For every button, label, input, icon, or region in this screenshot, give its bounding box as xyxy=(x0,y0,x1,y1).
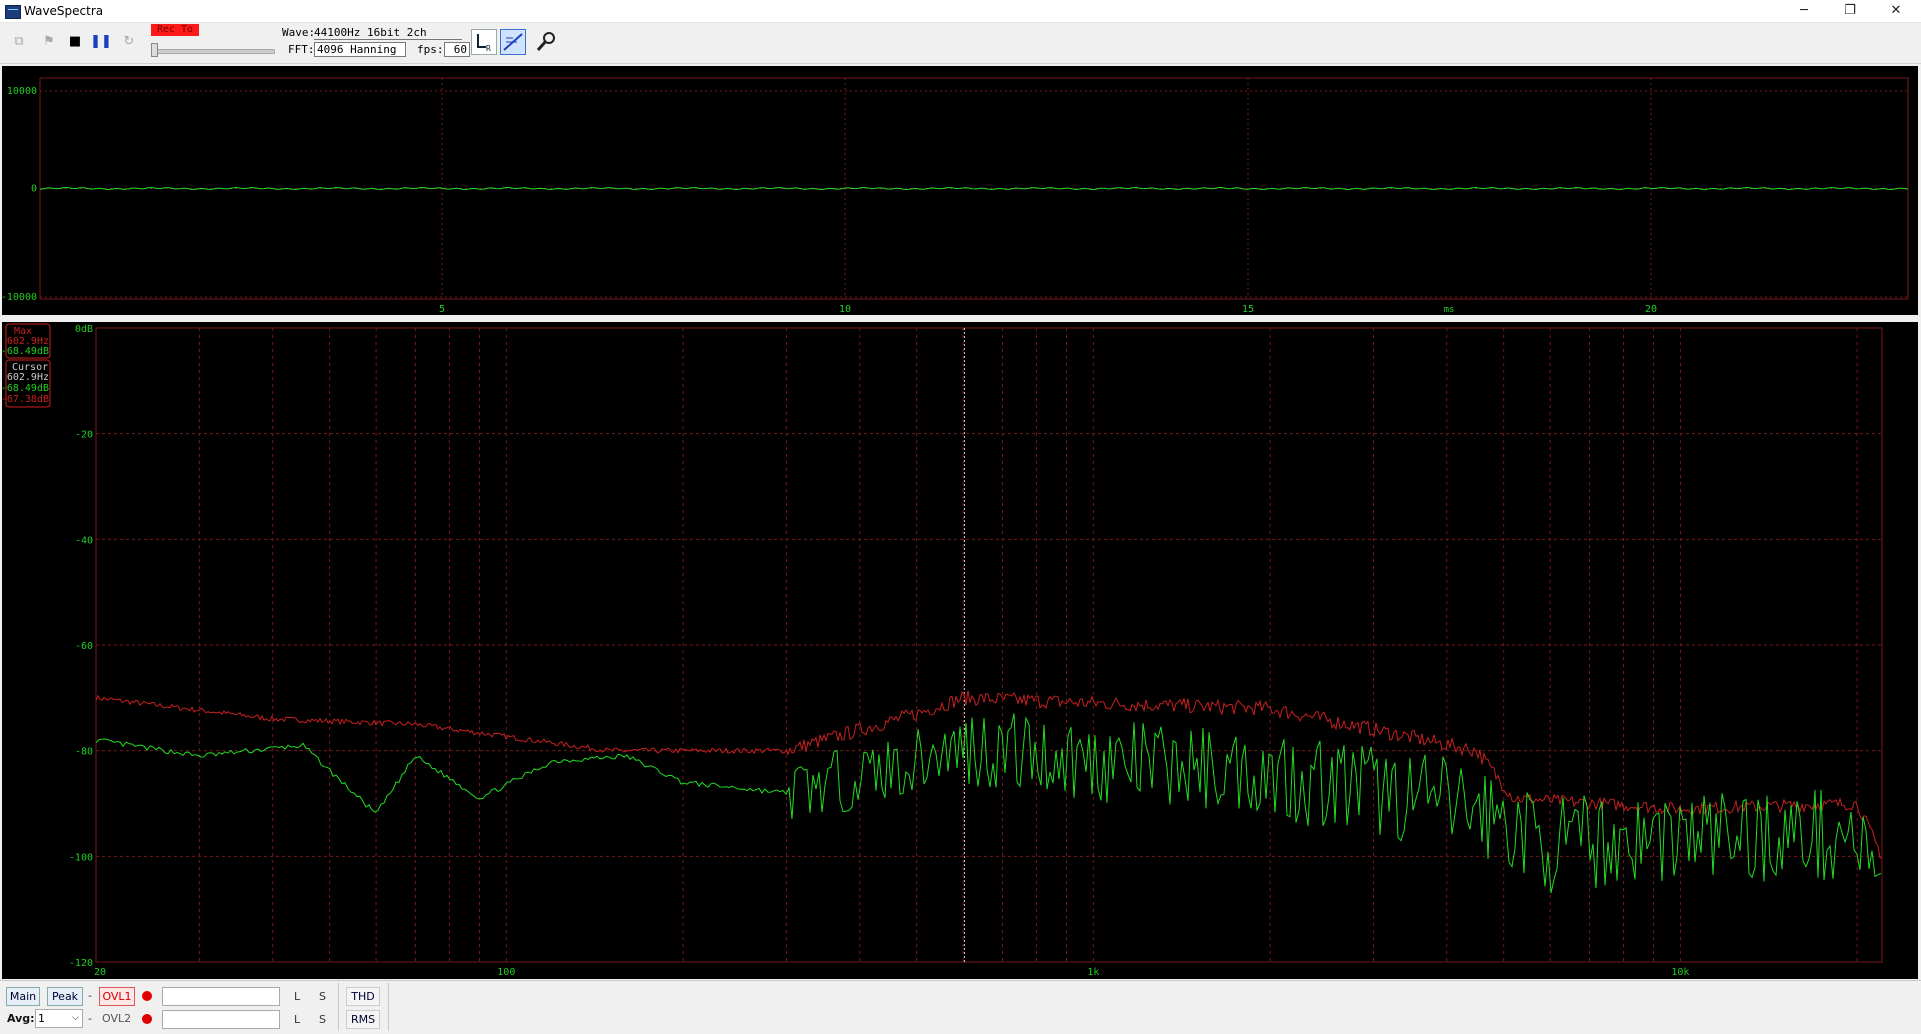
dash-separator: - xyxy=(88,1012,92,1025)
wave-x-tick: 5 xyxy=(439,304,445,315)
fps-label: fps: xyxy=(417,43,444,56)
ovl2-field xyxy=(162,1010,280,1029)
peak-button[interactable]: Peak xyxy=(47,987,83,1006)
main-button[interactable]: Main xyxy=(6,987,40,1006)
cursor-box-level-r: -67.38dB xyxy=(2,394,49,405)
ovl2-s-label: S xyxy=(319,1013,326,1026)
restore-button[interactable]: ❐ xyxy=(1827,0,1873,22)
ovl1-s-label: S xyxy=(319,990,326,1003)
wave-x-tick: 20 xyxy=(1645,304,1657,315)
title-bar: WaveSpectra ─ ❐ ✕ xyxy=(0,0,1921,23)
spectrum-y-tick: -80 xyxy=(75,747,93,758)
waveform-plot[interactable]: 10000 0 -10000 5 10 15 20 ms xyxy=(1,66,1918,315)
spectrum-trace xyxy=(95,713,1882,894)
window-title: WaveSpectra xyxy=(24,4,104,18)
wave-y-tick: 10000 xyxy=(7,86,37,97)
spectrum-x-tick: 100 xyxy=(497,967,515,978)
play-icon[interactable]: ⚑ xyxy=(38,31,60,53)
spectrum-y-tick: 0dB xyxy=(75,324,93,335)
spectrum-x-tick: 10k xyxy=(1671,967,1689,978)
spectrum-y-tick: -20 xyxy=(75,430,93,441)
cursor-box-level-l: -68.49dB xyxy=(2,383,49,394)
divider xyxy=(388,983,389,1031)
toolbar: ⧉ ⚑ ■ ❚❚ ↻ Rec To Wave: 44100Hz 16bit 2c… xyxy=(0,23,1921,64)
avg-value: 1 xyxy=(38,1012,45,1025)
ovl1-field xyxy=(162,987,280,1006)
wave-x-tick: 10 xyxy=(839,304,851,315)
spectrum-plot[interactable]: 0dB -20 -40 -60 -80 -100 -120 20 100 1k 10k Max 602.… xyxy=(1,322,1918,979)
avg-label: Avg: xyxy=(7,1012,35,1025)
fft-label: FFT: xyxy=(288,43,315,56)
wave-y-tick: 0 xyxy=(31,184,37,195)
svg-text:R: R xyxy=(486,44,491,53)
spectrum-svg: 0dB-20-40-60-80-100-12020 100 1k 10kMax602.… xyxy=(1,323,1883,978)
copy-icon[interactable]: ⧉ xyxy=(8,31,30,53)
max-box-level: -68.49dB xyxy=(2,346,49,357)
fft-value[interactable]: 4096 Hanning xyxy=(314,42,406,57)
wave-x-unit: ms xyxy=(1444,305,1455,315)
channel-lr-icon[interactable]: R xyxy=(471,29,497,55)
rms-button[interactable]: RMS xyxy=(346,1010,380,1029)
wave-x-tick: 15 xyxy=(1242,304,1254,315)
spectrum-y-tick: -40 xyxy=(75,535,93,546)
thd-button[interactable]: THD xyxy=(346,987,380,1006)
spectrum-y-tick: -120 xyxy=(69,958,93,969)
wave-label: Wave: xyxy=(282,26,316,39)
ovl2-l-label: L xyxy=(294,1013,301,1026)
app-icon xyxy=(5,5,21,19)
divider xyxy=(338,983,339,1031)
reload-icon[interactable]: ↻ xyxy=(118,31,140,53)
pause-icon[interactable]: ❚❚ xyxy=(90,31,112,53)
close-button[interactable]: ✕ xyxy=(1873,0,1919,22)
status-bar: Main Peak - OVL1 L S THD Avg: 1 ⌵ - OVL2… xyxy=(0,980,1921,1034)
settings-icon[interactable] xyxy=(533,29,559,55)
ovl2-indicator xyxy=(142,1014,152,1024)
ovl1-l-label: L xyxy=(294,990,301,1003)
fps-value[interactable]: 60 xyxy=(444,42,470,57)
chevron-down-icon: ⌵ xyxy=(72,1013,79,1023)
spectrum-x-tick: 1k xyxy=(1087,967,1099,978)
ovl1-button[interactable]: OVL1 xyxy=(99,987,135,1006)
rec-to-label[interactable]: Rec To xyxy=(151,24,199,36)
ovl1-indicator xyxy=(142,991,152,1001)
scale-icon[interactable] xyxy=(500,29,526,55)
avg-select[interactable]: 1 ⌵ xyxy=(35,1009,83,1028)
spectrum-x-tick: 20 xyxy=(94,967,106,978)
cursor-box-freq: 602.9Hz xyxy=(7,372,49,383)
stop-icon[interactable]: ■ xyxy=(64,31,86,53)
spectrum-y-tick: -60 xyxy=(75,641,93,652)
dash-separator: - xyxy=(88,989,92,1002)
wave-format-value: 44100Hz 16bit 2ch xyxy=(314,26,462,40)
slider-thumb[interactable] xyxy=(151,43,158,57)
input-level-slider[interactable] xyxy=(151,49,275,54)
waveform-svg: 10000 0 -10000 5 10 15 20 ms xyxy=(1,77,1909,315)
spectrum-y-tick: -100 xyxy=(69,852,93,863)
wave-y-tick: -10000 xyxy=(2,292,37,303)
minimize-button[interactable]: ─ xyxy=(1781,0,1827,22)
ovl2-label[interactable]: OVL2 xyxy=(102,1012,131,1025)
